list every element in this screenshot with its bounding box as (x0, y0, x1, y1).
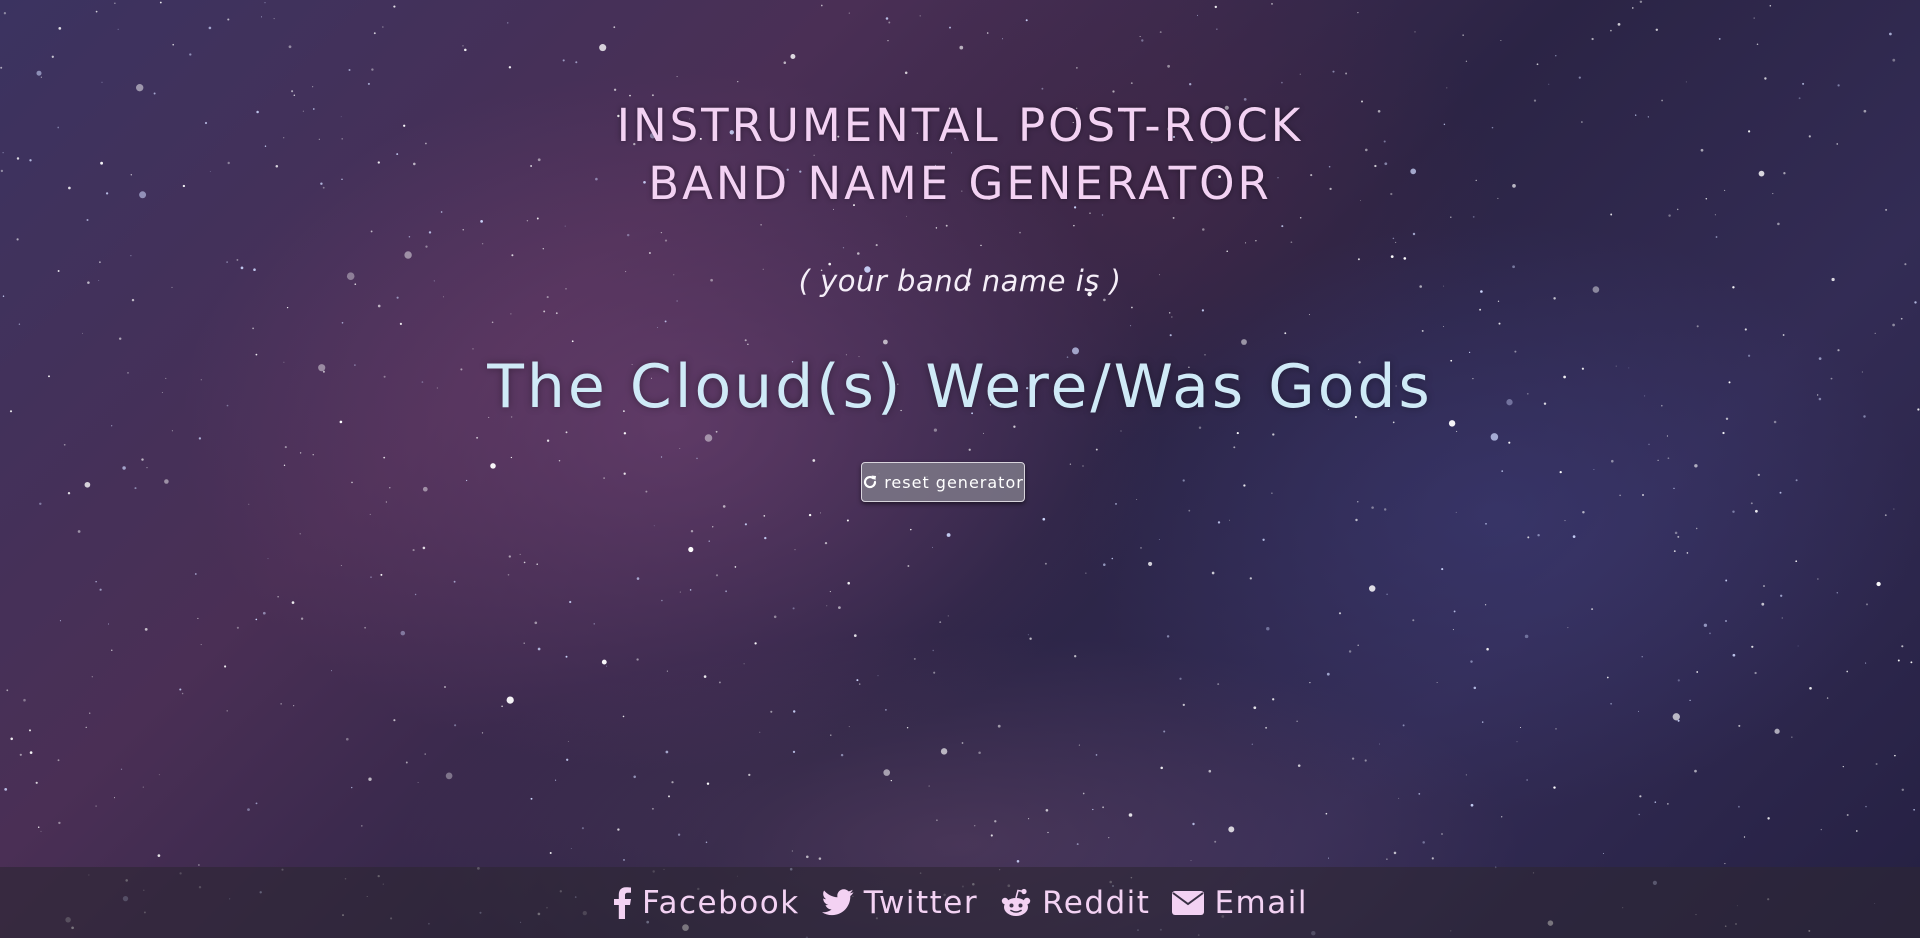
share-facebook-link[interactable]: Facebook (612, 885, 800, 921)
generated-band-name: The Cloud(s) Were/Was Gods (487, 352, 1433, 422)
share-email-label: Email (1214, 884, 1308, 921)
share-footer: Facebook Twitter Reddit Email (0, 867, 1920, 938)
share-twitter-link[interactable]: Twitter (821, 884, 979, 921)
share-facebook-label: Facebook (642, 884, 800, 921)
envelope-icon (1172, 890, 1205, 915)
page-title: INSTRUMENTAL POST-ROCK BAND NAME GENERAT… (0, 97, 1920, 213)
share-twitter-label: Twitter (863, 884, 979, 921)
reset-button-label: reset generator (884, 472, 1024, 492)
title-line-1: INSTRUMENTAL POST-ROCK (616, 99, 1304, 152)
band-name-intro: ( your band name is ) (798, 264, 1122, 298)
share-reddit-link[interactable]: Reddit (1000, 885, 1150, 921)
title-line-2: BAND NAME GENERATOR (648, 157, 1272, 210)
facebook-icon (614, 886, 632, 919)
reddit-icon (1001, 888, 1031, 916)
refresh-icon (864, 475, 877, 489)
share-reddit-label: Reddit (1042, 884, 1151, 921)
twitter-icon (821, 888, 854, 915)
reset-generator-button[interactable]: reset generator (861, 462, 1025, 502)
share-email-link[interactable]: Email (1172, 885, 1308, 921)
